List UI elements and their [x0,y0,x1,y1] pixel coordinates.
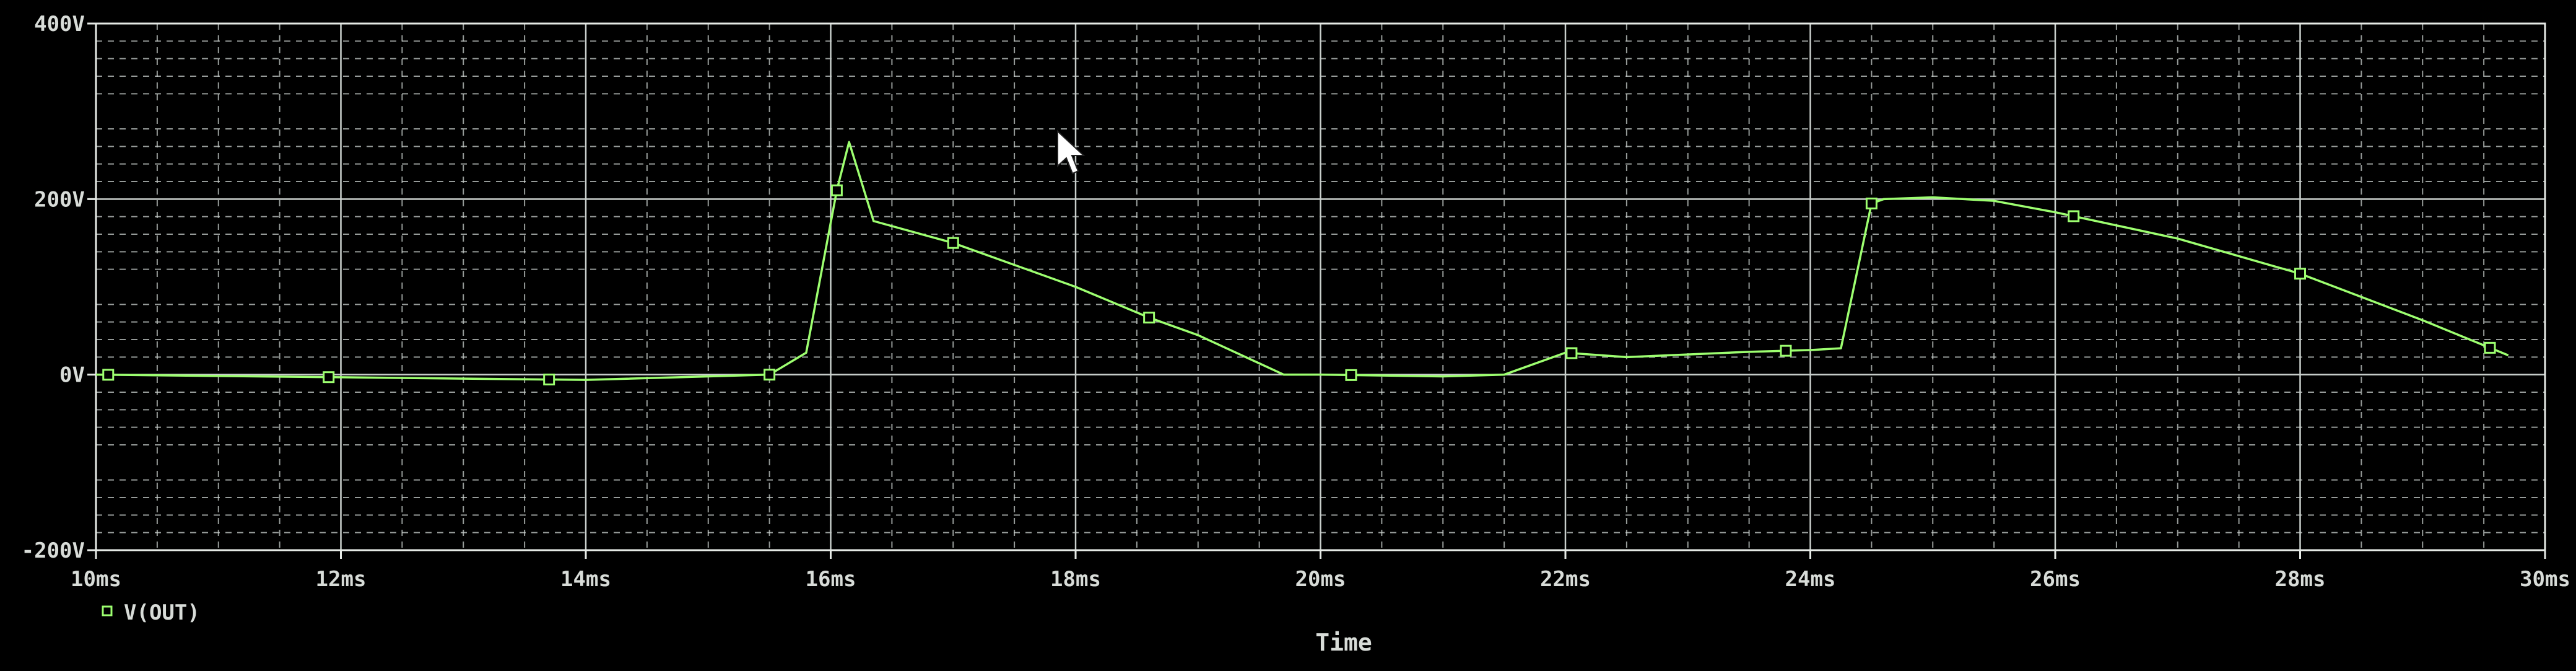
legend-marker-square-icon [102,605,113,616]
legend: V(OUT) [102,600,200,625]
x-axis-label: Time [1315,629,1372,656]
x-tick-label: 30ms [2520,567,2570,592]
arrow-pointer-icon [1057,129,1086,175]
x-axis-ticks: 10ms 12ms 14ms 16ms 18ms 20ms 22ms 24ms 26ms 28ms… [71,550,2570,592]
series-marker [1345,369,1357,381]
x-tick-label: 28ms [2275,567,2326,592]
series-marker [1865,197,1878,209]
series-marker [764,369,776,381]
series-line [95,141,2509,381]
series-marker [947,237,959,249]
x-tick-label: 10ms [71,567,121,592]
series-marker [830,184,843,196]
x-tick-label: 22ms [1540,567,1591,592]
series-marker [2484,341,2496,354]
series-marker [323,371,335,384]
series-marker [102,369,115,381]
series-layer [95,141,2509,386]
series-marker [2068,210,2080,222]
plot-window: 400V 200V 0V -200V 10ms 12ms 14ms 16ms 18ms 20ms… [0,0,2576,671]
x-tick-label: 16ms [806,567,856,592]
x-tick-label: 24ms [1785,567,1836,592]
x-tick-label: 26ms [2030,567,2081,592]
series-marker [2294,268,2306,280]
waveform-chart: 400V 200V 0V -200V 10ms 12ms 14ms 16ms 18ms 20ms… [22,12,2570,656]
series-marker [1565,347,1578,359]
series-marker [543,374,555,386]
y-tick-label: -200V [22,538,85,563]
series-marker [1143,312,1155,324]
x-tick-label: 18ms [1050,567,1101,592]
y-tick-label: 400V [34,12,85,37]
y-tick-label: 0V [59,363,85,388]
x-tick-label: 12ms [316,567,367,592]
x-tick-label: 20ms [1295,567,1346,592]
x-tick-label: 14ms [560,567,611,592]
legend-label: V(OUT) [124,600,200,625]
y-tick-label: 200V [34,187,85,212]
series-marker [1780,344,1792,357]
y-axis-ticks: 400V 200V 0V -200V [22,12,96,563]
